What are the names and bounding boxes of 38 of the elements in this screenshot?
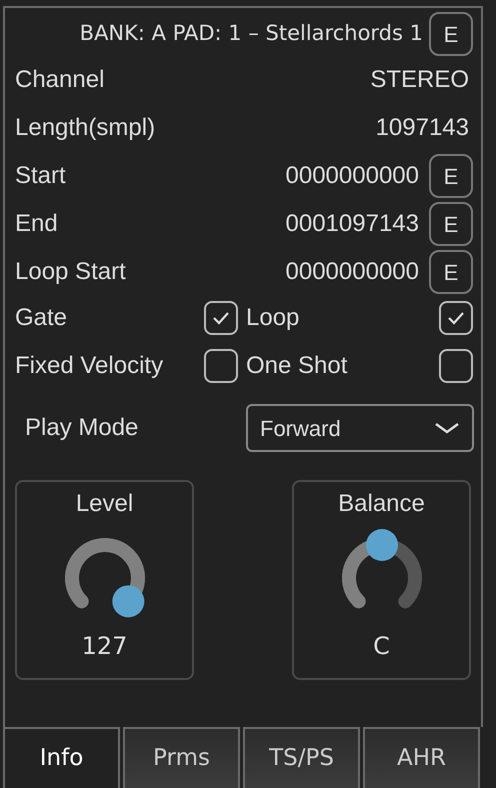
checkbox[interactable] <box>439 349 473 383</box>
checkbox-label: Gate <box>15 303 68 333</box>
knob-reading: C <box>373 631 390 662</box>
tab[interactable]: AHR <box>363 727 480 788</box>
knob-thumb[interactable] <box>112 585 144 618</box>
tab[interactable]: TS/PS <box>243 727 360 788</box>
tab[interactable]: Info <box>3 727 120 788</box>
knob-label: Level <box>76 489 134 519</box>
field-value: 0001097143 <box>286 209 419 239</box>
checkbox[interactable] <box>204 349 238 383</box>
field-value: STEREO <box>370 65 469 95</box>
checkmark-icon <box>212 311 230 325</box>
field-label: Start <box>15 161 67 191</box>
chevron-down-icon <box>434 421 460 435</box>
field-label: Length(smpl) <box>15 113 156 143</box>
field-value: 0000000000 <box>286 161 419 191</box>
bank-title: BANK: A PAD: 1 – Stellarchords 1 <box>80 20 423 48</box>
field-value: 1097143 <box>376 113 469 143</box>
checkbox-label: Fixed Velocity <box>15 351 164 381</box>
field-value: 0000000000 <box>286 257 419 287</box>
field-label: Loop Start <box>15 257 127 287</box>
field-label: Channel <box>15 65 106 95</box>
checkbox-label: One Shot <box>246 351 348 381</box>
checkmark-icon <box>447 311 465 325</box>
field-label: End <box>15 209 59 239</box>
play-mode-label: Play Mode <box>24 413 140 443</box>
edit-button[interactable]: E <box>429 202 473 246</box>
edit-button[interactable]: E <box>429 154 473 198</box>
knob-reading: 127 <box>82 631 128 662</box>
edit-button[interactable]: E <box>429 12 473 56</box>
checkbox[interactable] <box>439 301 473 335</box>
knob-label: Balance <box>338 489 425 519</box>
edit-button[interactable]: E <box>429 250 473 294</box>
checkbox-label: Loop <box>246 303 300 333</box>
checkbox[interactable] <box>204 301 238 335</box>
knob-thumb[interactable] <box>366 529 398 561</box>
tab[interactable]: Prms <box>123 727 240 788</box>
play-mode-dropdown[interactable]: Forward <box>246 404 474 452</box>
